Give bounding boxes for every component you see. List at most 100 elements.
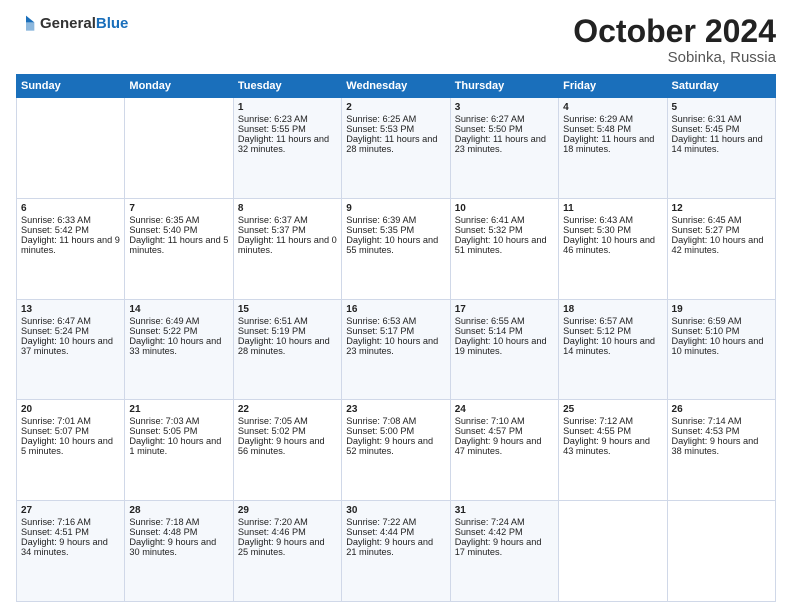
header-day: Saturday <box>667 75 775 98</box>
sunset-text: Sunset: 4:53 PM <box>672 426 771 436</box>
daylight-text: Daylight: 10 hours and 5 minutes. <box>21 436 120 456</box>
sunrise-text: Sunrise: 7:18 AM <box>129 517 228 527</box>
daylight-text: Daylight: 10 hours and 28 minutes. <box>238 336 337 356</box>
sunset-text: Sunset: 5:35 PM <box>346 225 445 235</box>
day-number: 23 <box>346 404 445 415</box>
logo-icon <box>16 14 36 34</box>
calendar-cell: 20Sunrise: 7:01 AMSunset: 5:07 PMDayligh… <box>17 400 125 501</box>
daylight-text: Daylight: 11 hours and 14 minutes. <box>672 134 771 154</box>
daylight-text: Daylight: 9 hours and 52 minutes. <box>346 436 445 456</box>
calendar-cell: 18Sunrise: 6:57 AMSunset: 5:12 PMDayligh… <box>559 299 667 400</box>
sunset-text: Sunset: 5:27 PM <box>672 225 771 235</box>
sunset-text: Sunset: 5:02 PM <box>238 426 337 436</box>
daylight-text: Daylight: 9 hours and 21 minutes. <box>346 537 445 557</box>
sunset-text: Sunset: 5:45 PM <box>672 124 771 134</box>
calendar-cell: 5Sunrise: 6:31 AMSunset: 5:45 PMDaylight… <box>667 98 775 199</box>
sunrise-text: Sunrise: 6:23 AM <box>238 114 337 124</box>
sunset-text: Sunset: 5:12 PM <box>563 326 662 336</box>
calendar-cell: 23Sunrise: 7:08 AMSunset: 5:00 PMDayligh… <box>342 400 450 501</box>
day-number: 28 <box>129 505 228 516</box>
daylight-text: Daylight: 9 hours and 25 minutes. <box>238 537 337 557</box>
sunset-text: Sunset: 5:00 PM <box>346 426 445 436</box>
sunset-text: Sunset: 4:44 PM <box>346 527 445 537</box>
calendar-cell: 22Sunrise: 7:05 AMSunset: 5:02 PMDayligh… <box>233 400 341 501</box>
sunset-text: Sunset: 5:40 PM <box>129 225 228 235</box>
sunrise-text: Sunrise: 6:59 AM <box>672 316 771 326</box>
sunrise-text: Sunrise: 6:55 AM <box>455 316 554 326</box>
day-number: 2 <box>346 102 445 113</box>
day-number: 14 <box>129 304 228 315</box>
header-day: Wednesday <box>342 75 450 98</box>
sunset-text: Sunset: 4:57 PM <box>455 426 554 436</box>
calendar-cell: 14Sunrise: 6:49 AMSunset: 5:22 PMDayligh… <box>125 299 233 400</box>
sunrise-text: Sunrise: 6:45 AM <box>672 215 771 225</box>
daylight-text: Daylight: 11 hours and 5 minutes. <box>129 235 228 255</box>
day-number: 22 <box>238 404 337 415</box>
sunrise-text: Sunrise: 6:43 AM <box>563 215 662 225</box>
calendar-cell <box>17 98 125 199</box>
logo: GeneralBlue <box>16 14 128 34</box>
daylight-text: Daylight: 11 hours and 18 minutes. <box>563 134 662 154</box>
day-number: 18 <box>563 304 662 315</box>
sunrise-text: Sunrise: 6:33 AM <box>21 215 120 225</box>
daylight-text: Daylight: 10 hours and 37 minutes. <box>21 336 120 356</box>
calendar-cell: 25Sunrise: 7:12 AMSunset: 4:55 PMDayligh… <box>559 400 667 501</box>
calendar-cell: 26Sunrise: 7:14 AMSunset: 4:53 PMDayligh… <box>667 400 775 501</box>
day-number: 24 <box>455 404 554 415</box>
week-row: 1Sunrise: 6:23 AMSunset: 5:55 PMDaylight… <box>17 98 776 199</box>
calendar-cell: 3Sunrise: 6:27 AMSunset: 5:50 PMDaylight… <box>450 98 558 199</box>
calendar-cell: 29Sunrise: 7:20 AMSunset: 4:46 PMDayligh… <box>233 501 341 602</box>
logo-general: General <box>40 15 96 32</box>
daylight-text: Daylight: 11 hours and 9 minutes. <box>21 235 120 255</box>
day-number: 29 <box>238 505 337 516</box>
day-number: 12 <box>672 203 771 214</box>
daylight-text: Daylight: 10 hours and 33 minutes. <box>129 336 228 356</box>
calendar-cell: 2Sunrise: 6:25 AMSunset: 5:53 PMDaylight… <box>342 98 450 199</box>
calendar-cell: 15Sunrise: 6:51 AMSunset: 5:19 PMDayligh… <box>233 299 341 400</box>
sunset-text: Sunset: 4:48 PM <box>129 527 228 537</box>
sunset-text: Sunset: 5:50 PM <box>455 124 554 134</box>
day-number: 9 <box>346 203 445 214</box>
sunrise-text: Sunrise: 6:51 AM <box>238 316 337 326</box>
sunrise-text: Sunrise: 6:41 AM <box>455 215 554 225</box>
day-number: 3 <box>455 102 554 113</box>
sunset-text: Sunset: 5:37 PM <box>238 225 337 235</box>
sunrise-text: Sunrise: 6:37 AM <box>238 215 337 225</box>
daylight-text: Daylight: 10 hours and 51 minutes. <box>455 235 554 255</box>
day-number: 17 <box>455 304 554 315</box>
sunset-text: Sunset: 4:55 PM <box>563 426 662 436</box>
sunrise-text: Sunrise: 6:39 AM <box>346 215 445 225</box>
sunrise-text: Sunrise: 7:08 AM <box>346 416 445 426</box>
day-number: 16 <box>346 304 445 315</box>
sunrise-text: Sunrise: 7:03 AM <box>129 416 228 426</box>
sunrise-text: Sunrise: 6:27 AM <box>455 114 554 124</box>
sunrise-text: Sunrise: 7:24 AM <box>455 517 554 527</box>
daylight-text: Daylight: 11 hours and 23 minutes. <box>455 134 554 154</box>
sunset-text: Sunset: 4:42 PM <box>455 527 554 537</box>
day-number: 11 <box>563 203 662 214</box>
daylight-text: Daylight: 9 hours and 30 minutes. <box>129 537 228 557</box>
sunrise-text: Sunrise: 6:49 AM <box>129 316 228 326</box>
header-day: Monday <box>125 75 233 98</box>
calendar-cell: 9Sunrise: 6:39 AMSunset: 5:35 PMDaylight… <box>342 198 450 299</box>
day-number: 4 <box>563 102 662 113</box>
daylight-text: Daylight: 9 hours and 56 minutes. <box>238 436 337 456</box>
sunset-text: Sunset: 5:53 PM <box>346 124 445 134</box>
header-row: SundayMondayTuesdayWednesdayThursdayFrid… <box>17 75 776 98</box>
day-number: 19 <box>672 304 771 315</box>
day-number: 8 <box>238 203 337 214</box>
daylight-text: Daylight: 10 hours and 10 minutes. <box>672 336 771 356</box>
daylight-text: Daylight: 11 hours and 0 minutes. <box>238 235 337 255</box>
sunset-text: Sunset: 5:32 PM <box>455 225 554 235</box>
calendar-cell: 21Sunrise: 7:03 AMSunset: 5:05 PMDayligh… <box>125 400 233 501</box>
sunrise-text: Sunrise: 7:22 AM <box>346 517 445 527</box>
week-row: 20Sunrise: 7:01 AMSunset: 5:07 PMDayligh… <box>17 400 776 501</box>
calendar-cell: 11Sunrise: 6:43 AMSunset: 5:30 PMDayligh… <box>559 198 667 299</box>
header-day: Thursday <box>450 75 558 98</box>
calendar-cell: 31Sunrise: 7:24 AMSunset: 4:42 PMDayligh… <box>450 501 558 602</box>
sunset-text: Sunset: 5:05 PM <box>129 426 228 436</box>
calendar-cell: 24Sunrise: 7:10 AMSunset: 4:57 PMDayligh… <box>450 400 558 501</box>
daylight-text: Daylight: 9 hours and 34 minutes. <box>21 537 120 557</box>
day-number: 15 <box>238 304 337 315</box>
day-number: 21 <box>129 404 228 415</box>
